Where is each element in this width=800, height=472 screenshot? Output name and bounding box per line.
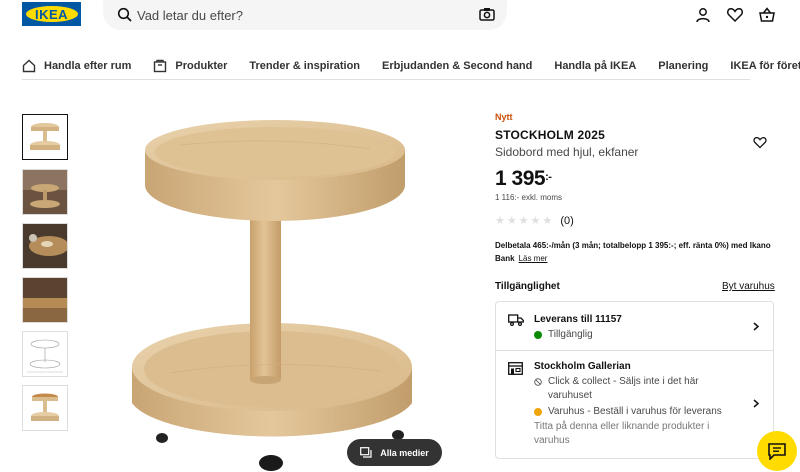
new-badge: Nytt	[495, 112, 513, 122]
thumbnail-2[interactable]	[22, 169, 68, 215]
gallery-icon	[360, 447, 372, 458]
chat-icon	[768, 442, 786, 460]
product-image	[132, 120, 412, 471]
thumbnail-1[interactable]	[22, 114, 68, 160]
nav-label: Handla på IKEA	[554, 59, 637, 72]
product-info: Nytt STOCKHOLM 2025 Sidobord med hjul, e…	[495, 112, 775, 265]
store-row[interactable]: Stockholm Gallerian Click & collect - Sä…	[496, 351, 773, 459]
nav-item-products[interactable]: Produkter	[153, 59, 227, 73]
delivery-status-text: Tillgänglig	[548, 329, 593, 340]
nav-item-trends[interactable]: Trender & inspiration	[249, 60, 360, 72]
search-bar[interactable]	[103, 0, 507, 30]
in-store-note-text: Titta på denna eller liknande produkter …	[534, 421, 710, 446]
user-icon[interactable]	[694, 6, 712, 24]
truck-icon	[508, 314, 524, 326]
availability-box: Leverans till 11157 Tillgänglig Stockhol…	[495, 301, 774, 459]
chevron-right-icon	[753, 322, 759, 331]
product-name: STOCKHOLM 2025	[495, 128, 605, 142]
click-collect-line: Click & collect - Säljs inte i det här v…	[534, 375, 734, 403]
nav-label: Handla efter rum	[44, 59, 132, 72]
search-input[interactable]	[137, 4, 467, 26]
store-name: Stockholm Gallerian	[534, 361, 631, 372]
nav-item-offers[interactable]: Erbjudanden & Second hand	[382, 60, 532, 72]
in-store-text: Varuhus - Beställ i varuhus för leverans	[548, 406, 722, 417]
click-collect-text: Click & collect - Säljs inte i det här v…	[548, 376, 699, 401]
basket-icon[interactable]	[758, 6, 776, 24]
change-store-link[interactable]: Byt varuhus	[722, 281, 775, 292]
main-nav: Handla efter rum Produkter Trender & ins…	[22, 52, 800, 80]
heart-icon[interactable]	[726, 6, 744, 24]
unavailable-icon	[534, 378, 542, 386]
thumbnail-5[interactable]	[22, 331, 68, 377]
in-store-note: Titta på denna eller liknande produkter …	[534, 420, 734, 448]
in-store-line: Varuhus - Beställ i varuhus för leverans	[534, 405, 734, 419]
partial-dot-icon	[534, 408, 542, 416]
chevron-right-icon	[753, 399, 759, 408]
thumbnail-4[interactable]	[22, 277, 68, 323]
price-value: 1 395	[495, 167, 546, 190]
available-dot-icon	[534, 331, 542, 339]
chat-button[interactable]	[757, 431, 797, 471]
camera-icon[interactable]	[479, 7, 495, 21]
store-icon	[508, 362, 523, 375]
price-suffix: :-	[545, 171, 552, 183]
nav-item-rooms[interactable]: Handla efter rum	[22, 59, 131, 73]
read-more-link[interactable]: Läs mer	[519, 254, 548, 263]
finance-info: Delbetala 465:-/mån (3 mån; totalbelopp …	[495, 239, 775, 265]
house-icon	[22, 59, 36, 72]
availability-title: Tillgänglighet	[495, 281, 560, 292]
thumbnail-3[interactable]	[22, 223, 68, 269]
star-icons: ★★★★★	[495, 215, 555, 227]
delivery-title: Leverans till 11157	[534, 314, 622, 325]
nav-item-business[interactable]: IKEA för företag	[730, 60, 800, 72]
search-icon[interactable]	[117, 7, 133, 23]
favourite-heart-icon[interactable]	[753, 136, 767, 149]
box-icon	[154, 59, 167, 72]
all-media-label: Alla medier	[380, 447, 429, 458]
delivery-status: Tillgänglig	[534, 329, 593, 340]
product-price: 1 395:-	[495, 167, 775, 191]
nav-label: Produkter	[175, 59, 228, 72]
product-description: Sidobord med hjul, ekfaner	[495, 145, 639, 159]
rating-count: (0)	[560, 214, 574, 227]
price-ex-vat: 1 116:- exkl. moms	[495, 193, 562, 202]
nav-label: Planering	[658, 59, 709, 72]
nav-label: IKEA för företag	[730, 59, 800, 72]
delivery-row[interactable]: Leverans till 11157 Tillgänglig	[496, 302, 773, 351]
nav-item-shop[interactable]: Handla på IKEA	[554, 60, 636, 72]
logo-text: IKEA	[25, 6, 78, 22]
nav-label: Erbjudanden & Second hand	[382, 59, 533, 72]
all-media-button[interactable]: Alla medier	[347, 439, 442, 466]
thumbnail-6[interactable]	[22, 385, 68, 431]
rating[interactable]: ★★★★★ (0)	[495, 214, 775, 228]
ikea-logo[interactable]: IKEA	[22, 2, 81, 26]
nav-label: Trender & inspiration	[249, 59, 361, 72]
nav-item-planning[interactable]: Planering	[658, 60, 708, 72]
